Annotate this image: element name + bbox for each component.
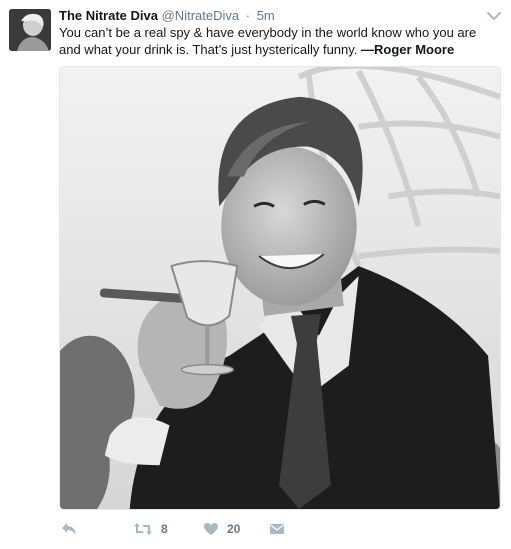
like-count: 20 <box>227 522 241 536</box>
author-name[interactable]: The Nitrate Diva <box>59 8 158 23</box>
like-button[interactable]: 20 <box>203 518 240 540</box>
direct-message-icon <box>269 522 285 536</box>
reply-button[interactable] <box>61 518 77 540</box>
separator-dot: · <box>245 8 251 23</box>
author-handle[interactable]: @NitrateDiva <box>162 8 240 23</box>
tweet-photo[interactable] <box>59 66 501 510</box>
tweet-actions: 8 20 <box>59 518 499 540</box>
tweet-attribution: —Roger Moore <box>361 42 455 57</box>
tweet: The Nitrate Diva @NitrateDiva · 5m You c… <box>0 0 511 549</box>
like-icon <box>203 522 219 536</box>
reply-icon <box>61 522 77 536</box>
chevron-down-icon[interactable] <box>487 8 501 20</box>
avatar[interactable] <box>9 9 51 51</box>
timestamp[interactable]: 5m <box>257 8 275 23</box>
retweet-icon <box>133 522 153 536</box>
retweet-button[interactable]: 8 <box>133 518 168 540</box>
tweet-text: You can’t be a real spy & have everybody… <box>59 24 499 58</box>
retweet-count: 8 <box>161 522 168 536</box>
tweet-header: The Nitrate Diva @NitrateDiva · 5m <box>59 7 275 25</box>
direct-message-button[interactable] <box>269 518 285 540</box>
